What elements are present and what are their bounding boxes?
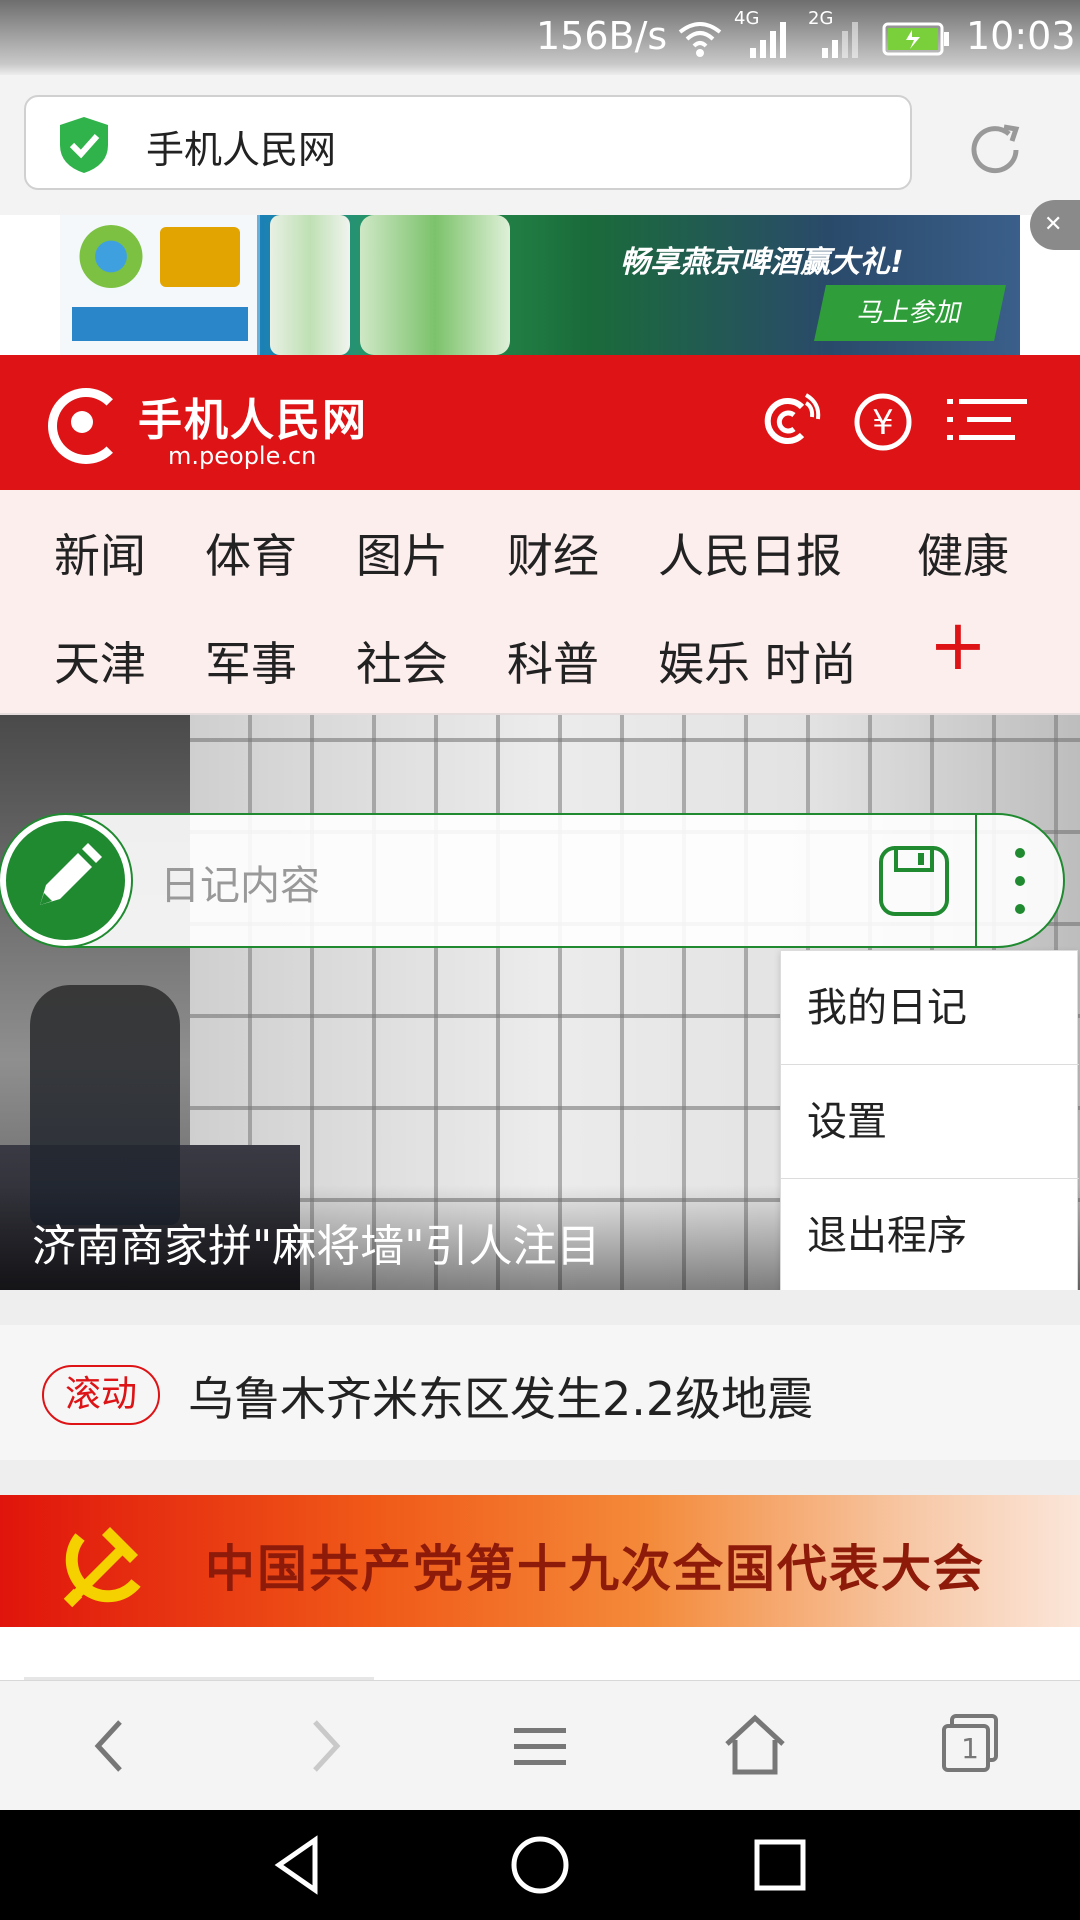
hammer-sickle-icon bbox=[63, 1527, 141, 1608]
clock: 10:03 bbox=[966, 14, 1076, 58]
category-finance[interactable]: 财经 bbox=[507, 520, 599, 586]
scroll-tag-badge: 滚动 bbox=[42, 1365, 160, 1425]
category-nav: 新闻 体育 图片 财经 人民日报 健康 天津 军事 社会 科普 娱乐 时尚 + bbox=[0, 490, 1080, 715]
menu-item-my-diary[interactable]: 我的日记 bbox=[781, 951, 1079, 1065]
menu-icon[interactable] bbox=[945, 385, 1029, 455]
svg-text:¥: ¥ bbox=[872, 403, 894, 443]
system-nav-bar bbox=[0, 1810, 1080, 1920]
news-ticker[interactable]: 滚动 乌鲁木齐米东区发生2.2级地震 bbox=[0, 1325, 1080, 1460]
ad-cta-button[interactable]: 马上参加 bbox=[814, 285, 1006, 341]
ad-sponsor-card bbox=[60, 215, 260, 355]
logo-mark-icon bbox=[48, 388, 124, 464]
logo-name: 手机人民网 bbox=[138, 395, 368, 446]
category-science[interactable]: 科普 bbox=[507, 628, 599, 694]
diary-widget: 日记内容 bbox=[0, 813, 1065, 948]
ad-banner[interactable]: 畅享燕京啤酒赢大礼! 马上参加 bbox=[60, 215, 1020, 355]
tabs-count: 1 bbox=[961, 1732, 979, 1765]
site-logo[interactable]: 手机人民网 m.people.cn bbox=[48, 380, 378, 470]
cfa-logo bbox=[76, 225, 146, 295]
site-header: 手机人民网 m.people.cn ¥ bbox=[0, 355, 1080, 490]
tabs-button[interactable]: 1 bbox=[930, 1706, 1010, 1786]
battery-icon bbox=[882, 22, 949, 56]
beer-can-image bbox=[270, 215, 350, 355]
content-below bbox=[0, 1627, 1080, 1680]
category-entertainment[interactable]: 娱乐 时尚 bbox=[658, 628, 857, 694]
menu-lines-icon[interactable] bbox=[500, 1706, 580, 1786]
network-speed: 156B/s bbox=[536, 14, 668, 58]
status-bar: 156B/s 4G 2G 10:03 bbox=[0, 0, 1080, 75]
wifi-icon bbox=[678, 22, 722, 57]
nav-back-icon[interactable] bbox=[265, 1830, 335, 1900]
ad-slogan: 畅享燕京啤酒赢大礼! bbox=[620, 245, 904, 280]
reload-icon[interactable] bbox=[960, 115, 1030, 185]
url-text: 手机人民网 bbox=[146, 128, 337, 172]
hero-caption[interactable]: 济南商家拼"麻将墙"引人注目 bbox=[32, 1210, 600, 1274]
diary-pen-button[interactable] bbox=[0, 815, 131, 946]
home-icon[interactable] bbox=[715, 1706, 795, 1786]
shield-check-icon bbox=[60, 117, 108, 173]
nav-home-icon[interactable] bbox=[505, 1830, 575, 1900]
category-photos[interactable]: 图片 bbox=[356, 520, 448, 586]
signal-bars-icon bbox=[750, 22, 786, 58]
category-news[interactable]: 新闻 bbox=[54, 520, 146, 586]
sponsor-strip bbox=[72, 307, 248, 341]
more-vertical-icon[interactable] bbox=[1000, 843, 1040, 919]
category-military[interactable]: 军事 bbox=[205, 628, 297, 694]
diary-input[interactable]: 日记内容 bbox=[160, 853, 320, 911]
save-icon[interactable] bbox=[878, 845, 950, 917]
address-bar: 手机人民网 bbox=[0, 75, 1080, 215]
logo-domain: m.people.cn bbox=[168, 442, 317, 470]
beer-can-image-2 bbox=[360, 215, 510, 355]
pencil-icon bbox=[40, 843, 102, 905]
party-banner-title: 中国共产党第十九次全国代表大会 bbox=[205, 1540, 985, 1598]
category-health[interactable]: 健康 bbox=[917, 520, 1009, 586]
category-peoples-daily[interactable]: 人民日报 bbox=[658, 520, 842, 586]
comment-icon[interactable] bbox=[758, 385, 828, 455]
section-gap-2 bbox=[0, 1460, 1080, 1495]
ad-close-tab[interactable]: ✕ bbox=[1030, 200, 1080, 250]
forward-icon[interactable] bbox=[285, 1706, 365, 1786]
diary-overflow-menu: 我的日记 设置 退出程序 bbox=[780, 950, 1079, 1293]
nav-recents-icon[interactable] bbox=[745, 1830, 815, 1900]
category-tianjin[interactable]: 天津 bbox=[54, 628, 146, 694]
menu-item-exit[interactable]: 退出程序 bbox=[781, 1179, 1079, 1293]
back-icon[interactable] bbox=[70, 1706, 150, 1786]
category-more-plus-icon[interactable]: + bbox=[928, 610, 988, 680]
browser-toolbar: 1 bbox=[0, 1680, 1080, 1810]
yuan-icon[interactable]: ¥ bbox=[848, 385, 918, 455]
menu-item-settings[interactable]: 设置 bbox=[781, 1065, 1079, 1179]
category-society[interactable]: 社会 bbox=[356, 628, 448, 694]
signal-bars-icon-2 bbox=[822, 22, 858, 58]
news-headline[interactable]: 乌鲁木齐米东区发生2.2级地震 bbox=[188, 1363, 813, 1429]
url-field[interactable]: 手机人民网 bbox=[24, 95, 912, 190]
section-gap bbox=[0, 1290, 1080, 1325]
beer-brand-logo bbox=[160, 227, 240, 287]
party-congress-banner[interactable]: 中国共产党第十九次全国代表大会 bbox=[0, 1495, 1080, 1627]
category-sports[interactable]: 体育 bbox=[205, 520, 297, 586]
diary-divider bbox=[975, 813, 977, 948]
